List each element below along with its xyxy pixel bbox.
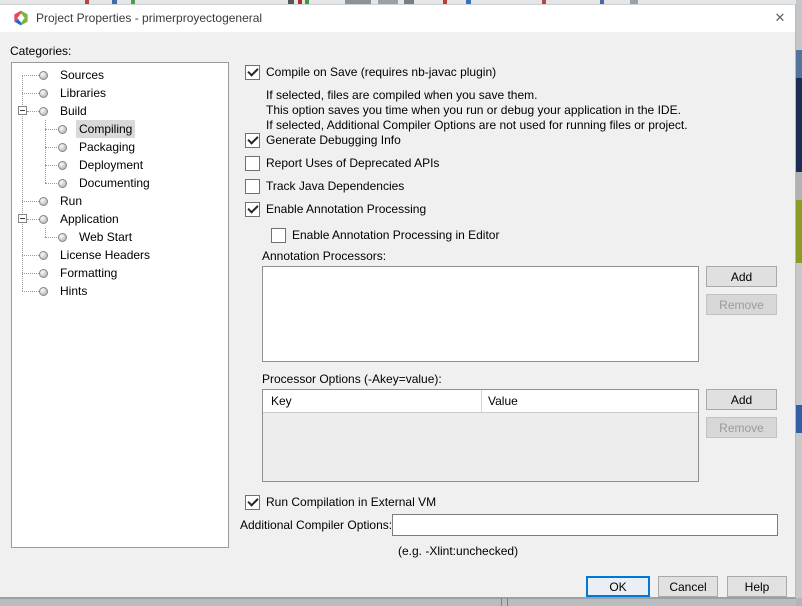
compile-on-save-checkbox[interactable] (245, 65, 260, 80)
description-line: This option saves you time when you run … (266, 103, 681, 117)
generate-debugging-checkbox[interactable] (245, 133, 260, 148)
tree-node-bullet-icon (58, 161, 67, 170)
background-app-edge (796, 0, 802, 606)
compiler-options-hint: (e.g. -Xlint:unchecked) (398, 544, 518, 558)
tree-node-bullet-icon (39, 107, 48, 116)
tree-node-bullet-icon (58, 233, 67, 242)
window-title: Project Properties - primerproyectogener… (36, 11, 262, 25)
tree-item-label[interactable]: Compiling (76, 120, 135, 138)
netbeans-logo-icon (13, 10, 29, 26)
generate-debugging-label[interactable]: Generate Debugging Info (266, 133, 401, 148)
description-line: If selected, files are compiled when you… (266, 88, 537, 102)
tree-item-label[interactable]: Run (57, 192, 85, 210)
tree-node-bullet-icon (58, 143, 67, 152)
tree-item-formatting[interactable]: Formatting (12, 264, 228, 282)
titlebar[interactable]: Project Properties - primerproyectogener… (0, 5, 795, 32)
additional-compiler-options-label: Additional Compiler Options: (240, 518, 386, 533)
track-dependencies-label[interactable]: Track Java Dependencies (266, 179, 404, 194)
background-divider-tick (501, 598, 502, 606)
run-external-vm-label[interactable]: Run Compilation in External VM (266, 495, 436, 510)
tree-item-packaging[interactable]: Packaging (12, 138, 228, 156)
processor-options-label: Processor Options (-Akey=value): (262, 372, 442, 387)
tree-collapse-icon[interactable] (18, 214, 27, 223)
help-button[interactable]: Help (727, 576, 787, 597)
processor-options-table[interactable]: Key Value (262, 389, 699, 482)
key-column-header[interactable]: Key (271, 394, 292, 408)
additional-compiler-options-input[interactable] (392, 514, 778, 536)
tree-item-hints[interactable]: Hints (12, 282, 228, 300)
tree-item-label[interactable]: Hints (57, 282, 90, 300)
ok-button[interactable]: OK (586, 576, 650, 597)
tree-item-label[interactable]: Deployment (76, 156, 146, 174)
annotation-processors-list[interactable] (262, 266, 699, 362)
background-divider-tick (507, 598, 508, 606)
description-line: If selected, Additional Compiler Options… (266, 118, 688, 132)
tree-item-label[interactable]: Application (57, 210, 122, 228)
tree-item-run[interactable]: Run (12, 192, 228, 210)
column-divider (481, 390, 482, 413)
annotation-remove-button: Remove (706, 294, 777, 315)
categories-tree[interactable]: SourcesLibrariesBuildCompilingPackagingD… (11, 62, 229, 548)
dialog-body: Categories: SourcesLibrariesBuildCompili… (0, 32, 795, 599)
tree-item-label[interactable]: License Headers (57, 246, 153, 264)
processor-options-remove-button: Remove (706, 417, 777, 438)
tree-item-libraries[interactable]: Libraries (12, 84, 228, 102)
tree-item-label[interactable]: Packaging (76, 138, 138, 156)
tree-item-label[interactable]: Build (57, 102, 90, 120)
tree-item-web-start[interactable]: Web Start (12, 228, 228, 246)
tree-item-label[interactable]: Libraries (57, 84, 109, 102)
tree-node-bullet-icon (58, 179, 67, 188)
value-column-header[interactable]: Value (488, 394, 518, 408)
tree-node-bullet-icon (39, 251, 48, 260)
processor-options-add-button[interactable]: Add (706, 389, 777, 410)
categories-label: Categories: (10, 44, 71, 58)
tree-node-bullet-icon (39, 197, 48, 206)
tree-node-bullet-icon (39, 215, 48, 224)
table-header-row: Key Value (263, 390, 698, 413)
tree-item-build[interactable]: Build (12, 102, 228, 120)
tree-item-label[interactable]: Web Start (76, 228, 135, 246)
tree-node-bullet-icon (39, 287, 48, 296)
tree-node-bullet-icon (39, 269, 48, 278)
tree-item-deployment[interactable]: Deployment (12, 156, 228, 174)
report-deprecated-label[interactable]: Report Uses of Deprecated APIs (266, 156, 439, 171)
tree-item-license-headers[interactable]: License Headers (12, 246, 228, 264)
enable-annotation-processing-label[interactable]: Enable Annotation Processing (266, 202, 426, 217)
tree-item-compiling[interactable]: Compiling (12, 120, 228, 138)
cancel-button[interactable]: Cancel (658, 576, 718, 597)
track-dependencies-checkbox[interactable] (245, 179, 260, 194)
close-icon[interactable]: ✕ (768, 8, 792, 28)
enable-annotation-processing-checkbox[interactable] (245, 202, 260, 217)
tree-node-bullet-icon (39, 71, 48, 80)
desktop-background-strip (0, 598, 796, 606)
annotation-processors-label: Annotation Processors: (262, 249, 386, 264)
compile-on-save-label[interactable]: Compile on Save (requires nb-javac plugi… (266, 65, 496, 80)
tree-item-application[interactable]: Application (12, 210, 228, 228)
project-properties-dialog: Project Properties - primerproyectogener… (0, 4, 796, 598)
tree-item-label[interactable]: Documenting (76, 174, 153, 192)
tree-item-documenting[interactable]: Documenting (12, 174, 228, 192)
tree-item-sources[interactable]: Sources (12, 66, 228, 84)
enable-annotation-editor-checkbox[interactable] (271, 228, 286, 243)
tree-node-bullet-icon (58, 125, 67, 134)
tree-node-bullet-icon (39, 89, 48, 98)
tree-item-label[interactable]: Formatting (57, 264, 120, 282)
enable-annotation-editor-label[interactable]: Enable Annotation Processing in Editor (292, 228, 499, 243)
report-deprecated-checkbox[interactable] (245, 156, 260, 171)
run-external-vm-checkbox[interactable] (245, 495, 260, 510)
tree-collapse-icon[interactable] (18, 106, 27, 115)
screen: Project Properties - primerproyectogener… (0, 0, 802, 606)
tree-item-label[interactable]: Sources (57, 66, 107, 84)
annotation-add-button[interactable]: Add (706, 266, 777, 287)
